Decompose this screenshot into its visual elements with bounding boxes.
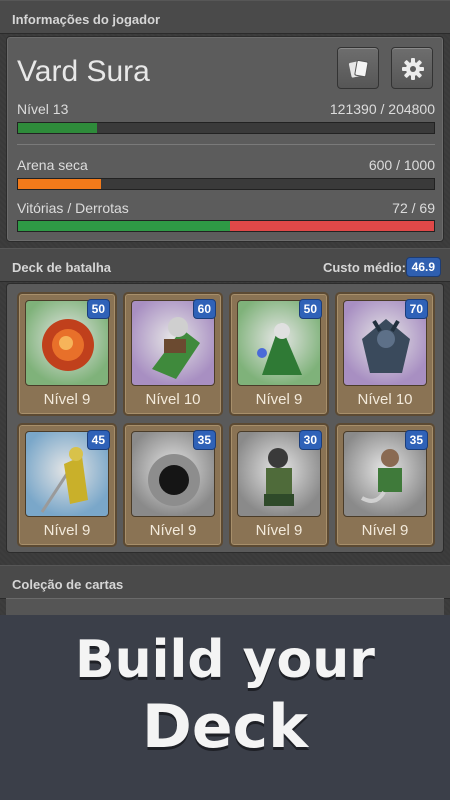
xp-progress-bar xyxy=(17,122,435,134)
win-loss-label: Vitórias / Derrotas xyxy=(17,200,129,216)
card-cost-badge: 30 xyxy=(298,430,322,450)
warrior-icon xyxy=(264,448,294,506)
arena-row: Arena seca 600 / 1000 xyxy=(17,157,435,173)
card-cost-badge: 45 xyxy=(86,430,110,450)
banner-line-1: Build your xyxy=(75,630,375,690)
deck-screen: Informações do jogador Vard Sura Nível 1… xyxy=(0,0,450,800)
card-cost-badge: 50 xyxy=(86,299,110,319)
deck-card[interactable]: 50 Nível 9 xyxy=(229,292,329,416)
card-level: Nível 9 xyxy=(43,391,91,408)
deck-card[interactable]: 30 Nível 9 xyxy=(229,423,329,547)
wins-fill xyxy=(18,221,231,231)
deck-card[interactable]: 60 Nível 10 xyxy=(123,292,223,416)
collection-strip[interactable] xyxy=(6,598,444,615)
card-cost-badge: 35 xyxy=(192,430,216,450)
fire-orb-icon xyxy=(42,319,94,371)
win-loss-row: Vitórias / Derrotas 72 / 69 xyxy=(17,200,435,216)
deck-card[interactable]: 70 Nível 10 xyxy=(335,292,435,416)
player-info-panel: Vard Sura Nível 13 121390 / 204800 Arena… xyxy=(6,36,444,242)
level-label: Nível 13 xyxy=(17,101,69,117)
demon-icon xyxy=(362,319,410,373)
xp-progress-fill xyxy=(18,123,98,133)
arena-label: Arena seca xyxy=(17,157,88,173)
card-cost-badge: 50 xyxy=(298,299,322,319)
card-level: Nível 9 xyxy=(361,522,409,539)
collection-header: Coleção de cartas xyxy=(0,565,450,599)
deck-card[interactable]: 35 Nível 9 xyxy=(123,423,223,547)
arena-progress-bar xyxy=(17,178,435,190)
average-cost-badge: 46.9 xyxy=(405,257,441,277)
battle-deck-panel: 50 Nível 9 60 Nível 10 50 Nível 9 70 Nível 10 45… xyxy=(6,283,444,553)
card-level: Nível 9 xyxy=(255,522,303,539)
gear-icon xyxy=(402,58,424,80)
xp-value: 121390 / 204800 xyxy=(329,101,435,117)
arena-value: 600 / 1000 xyxy=(368,157,435,173)
card-cost-badge: 70 xyxy=(404,299,428,319)
arena-progress-fill xyxy=(18,179,102,189)
player-name: Vard Sura xyxy=(17,55,150,88)
cards-button[interactable] xyxy=(337,47,379,89)
card-cost-badge: 35 xyxy=(404,430,428,450)
losses-fill xyxy=(230,221,434,231)
win-loss-value: 72 / 69 xyxy=(392,200,435,216)
battle-deck-header: Deck de batalha Custo médio: 46.9 xyxy=(0,248,450,282)
cards-icon xyxy=(348,59,369,78)
card-cost-badge: 60 xyxy=(192,299,216,319)
player-info-title: Informações do jogador xyxy=(12,12,161,27)
wizard-icon xyxy=(257,323,302,375)
card-level: Nível 9 xyxy=(255,391,303,408)
spearman-icon xyxy=(40,447,88,513)
win-loss-bar xyxy=(17,220,435,232)
stone-ring-icon xyxy=(148,454,200,506)
player-info-header: Informações do jogador xyxy=(0,0,450,34)
card-level: Nível 10 xyxy=(357,391,413,408)
card-level: Nível 10 xyxy=(145,391,201,408)
card-level: Nível 9 xyxy=(43,522,91,539)
average-cost-label: Custo médio: xyxy=(322,260,406,275)
collection-title: Coleção de cartas xyxy=(12,577,124,592)
card-level: Nível 9 xyxy=(149,522,197,539)
deck-card[interactable]: 50 Nível 9 xyxy=(17,292,117,416)
settings-button[interactable] xyxy=(391,47,433,89)
battle-deck-title: Deck de batalha xyxy=(12,260,111,275)
swordsman-icon xyxy=(361,449,402,503)
deck-card[interactable]: 35 Nível 9 xyxy=(335,423,435,547)
banner-line-2: Deck xyxy=(142,692,308,762)
level-row: Nível 13 121390 / 204800 xyxy=(17,101,435,117)
wolf-rider-icon xyxy=(152,317,200,379)
deck-card[interactable]: 45 Nível 9 xyxy=(17,423,117,547)
divider xyxy=(17,144,435,145)
